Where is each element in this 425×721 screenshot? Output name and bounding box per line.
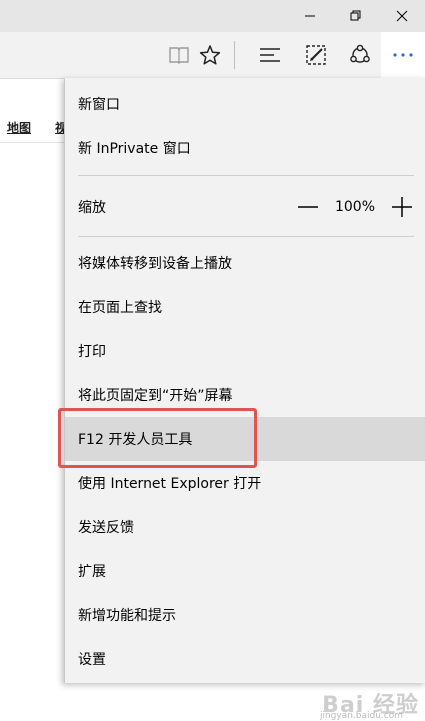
browser-toolbar bbox=[0, 32, 425, 79]
menu-item-label: 将此页固定到“开始”屏幕 bbox=[78, 388, 233, 404]
menu-item-label: 扩展 bbox=[78, 564, 106, 580]
favorite-button[interactable] bbox=[190, 32, 230, 78]
menu-item-find-on-page[interactable]: 在页面上查找 bbox=[65, 285, 425, 329]
menu-item-label: 发送反馈 bbox=[78, 520, 134, 536]
menu-item-f12-developer-tools[interactable]: F12 开发人员工具 bbox=[65, 417, 425, 461]
zoom-label: 缩放 bbox=[78, 200, 106, 216]
menu-item-zoom: 缩放 100% bbox=[65, 179, 425, 235]
menu-divider bbox=[78, 175, 414, 176]
menu-item-open-with-ie[interactable]: 使用 Internet Explorer 打开 bbox=[65, 461, 425, 505]
plus-icon bbox=[392, 197, 412, 217]
menu-item-label: 新 InPrivate 窗口 bbox=[78, 141, 191, 157]
restore-icon bbox=[350, 10, 361, 21]
menu-item-label: 在页面上查找 bbox=[78, 300, 162, 316]
menu-item-label: F12 开发人员工具 bbox=[78, 432, 193, 448]
hub-button[interactable] bbox=[250, 32, 290, 78]
menu-item-whats-new[interactable]: 新增功能和提示 bbox=[65, 593, 425, 637]
menu-item-label: 打印 bbox=[78, 344, 106, 360]
web-note-button[interactable] bbox=[296, 32, 336, 78]
menu-item-pin-to-start[interactable]: 将此页固定到“开始”屏幕 bbox=[65, 373, 425, 417]
menu-item-settings[interactable]: 设置 bbox=[65, 637, 425, 681]
minimize-icon bbox=[305, 15, 315, 17]
minus-icon bbox=[297, 206, 318, 208]
menu-item-label: 新增功能和提示 bbox=[78, 608, 176, 624]
menu-divider bbox=[78, 236, 414, 237]
zoom-control: 100% bbox=[293, 179, 425, 235]
restore-button[interactable] bbox=[333, 0, 379, 32]
book-icon bbox=[169, 47, 189, 64]
watermark-url: jingyan.baidu.com bbox=[319, 711, 403, 721]
zoom-in-button[interactable] bbox=[387, 192, 417, 222]
menu-item-label: 新窗口 bbox=[78, 97, 120, 113]
share-icon bbox=[350, 44, 370, 63]
menu-item-label: 使用 Internet Explorer 打开 bbox=[78, 476, 262, 492]
title-bar bbox=[0, 0, 425, 32]
share-button[interactable] bbox=[340, 32, 380, 78]
map-link[interactable]: 地图 bbox=[7, 119, 31, 136]
menu-item-extensions[interactable]: 扩展 bbox=[65, 549, 425, 593]
more-actions-menu: 新窗口 新 InPrivate 窗口 缩放 100% 将媒体转移到设备上播放 在… bbox=[64, 78, 425, 683]
zoom-out-button[interactable] bbox=[293, 192, 323, 222]
menu-item-cast-media[interactable]: 将媒体转移到设备上播放 bbox=[65, 241, 425, 285]
minimize-button[interactable] bbox=[287, 0, 333, 32]
hub-icon bbox=[260, 48, 280, 62]
ellipsis-icon bbox=[393, 53, 413, 57]
pen-note-icon bbox=[306, 45, 326, 65]
toolbar-divider bbox=[234, 41, 235, 69]
menu-item-label: 将媒体转移到设备上播放 bbox=[78, 256, 232, 272]
close-icon bbox=[396, 10, 408, 22]
menu-item-print[interactable]: 打印 bbox=[65, 329, 425, 373]
menu-item-new-inprivate-window[interactable]: 新 InPrivate 窗口 bbox=[65, 126, 425, 170]
menu-item-label: 设置 bbox=[78, 652, 106, 668]
close-button[interactable] bbox=[379, 0, 425, 32]
menu-item-send-feedback[interactable]: 发送反馈 bbox=[65, 505, 425, 549]
zoom-value: 100% bbox=[334, 199, 375, 215]
more-actions-button[interactable] bbox=[381, 32, 425, 78]
star-icon bbox=[199, 45, 221, 65]
menu-item-new-window[interactable]: 新窗口 bbox=[65, 82, 425, 126]
